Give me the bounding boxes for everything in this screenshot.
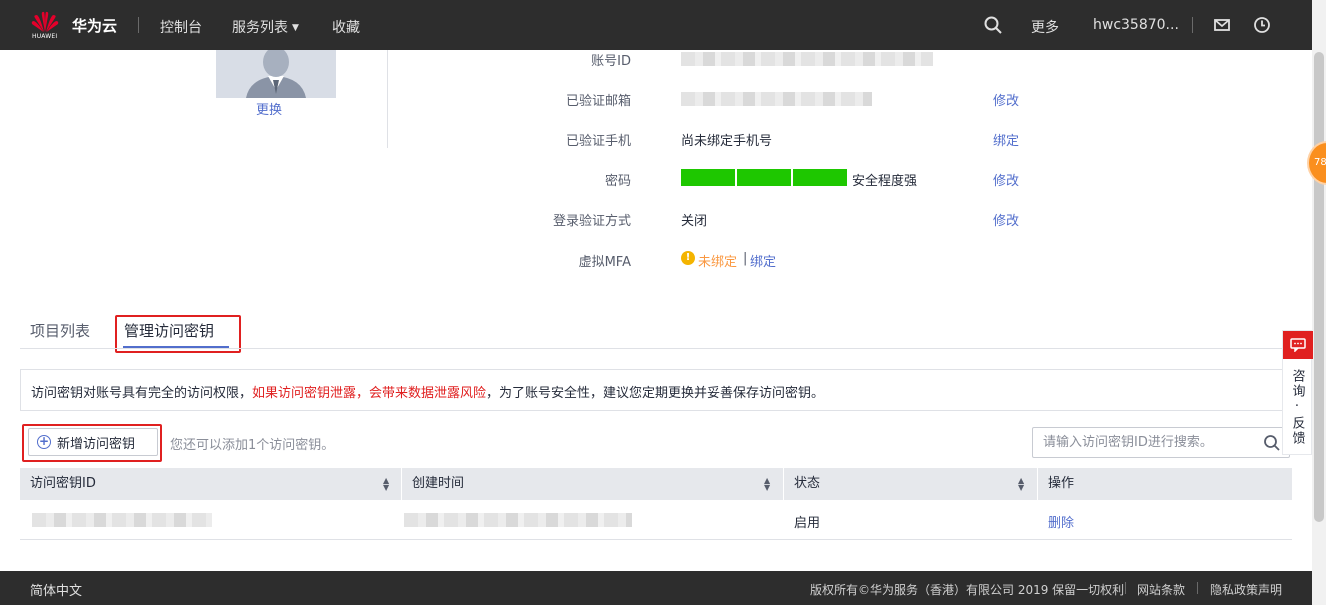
nav-more[interactable]: 更多	[1031, 17, 1059, 37]
bind-mfa-link[interactable]: 绑定	[750, 251, 776, 270]
notice-text-2: ，为了账号安全性，建议您定期更换并妥善保存访问密钥。	[486, 386, 825, 401]
row-status: 启用	[794, 516, 821, 531]
search-icon[interactable]	[983, 15, 1003, 35]
nav-favorites[interactable]: 收藏	[332, 17, 360, 37]
footer-divider	[1197, 582, 1198, 594]
clock-icon[interactable]	[1252, 15, 1272, 35]
chat-icon	[1283, 331, 1313, 359]
strength-segment	[681, 169, 735, 186]
column-header-key-id: 访问密钥ID	[30, 476, 96, 491]
nav-divider	[1192, 17, 1193, 33]
password-strength-bar	[681, 169, 847, 186]
edit-login-verify-link[interactable]: 修改	[993, 210, 1019, 229]
table-row: 启用 删除	[20, 500, 1292, 540]
tab-project-list[interactable]: 项目列表	[30, 320, 90, 341]
top-navbar: HUAWEI 华为云 控制台 服务列表 ▼ 收藏 更多 hwc35870...	[0, 0, 1312, 50]
footer-divider	[1125, 582, 1126, 594]
table-header: 访问密钥ID ▲ ▼ 创建时间 ▲ ▼ 状态 ▲ ▼ 操作	[20, 468, 1292, 500]
email-label: 已验证邮箱	[565, 94, 631, 109]
mfa-status: 未绑定	[698, 255, 738, 270]
sort-icon[interactable]: ▲ ▼	[383, 477, 389, 492]
column-header-created: 创建时间	[412, 476, 465, 491]
vertical-scrollbar[interactable]	[1312, 0, 1326, 605]
search-icon[interactable]	[1263, 434, 1281, 452]
floating-assistant-badge[interactable]: 78	[1307, 141, 1326, 185]
notice-text-1: 访问密钥对账号具有完全的访问权限，	[31, 386, 253, 401]
login-verify-value: 关闭	[681, 214, 708, 229]
mfa-separator: |	[743, 251, 748, 266]
password-strength-text: 安全程度强	[852, 174, 918, 189]
nav-console[interactable]: 控制台	[160, 17, 202, 37]
profile-divider	[387, 50, 388, 148]
email-value-redacted	[681, 92, 872, 106]
account-id-value-redacted	[681, 52, 933, 66]
brand-name[interactable]: 华为云	[72, 15, 117, 36]
column-header-actions: 操作	[1048, 476, 1075, 491]
created-time-redacted	[404, 513, 632, 527]
privacy-link[interactable]: 隐私政策声明	[1210, 581, 1282, 598]
strength-segment	[793, 169, 847, 186]
highlight-box-add-button	[22, 424, 162, 462]
column-header-status: 状态	[794, 476, 821, 491]
feedback-label: 咨询·反馈	[1289, 369, 1305, 446]
avatar	[216, 50, 336, 98]
edit-email-link[interactable]: 修改	[993, 90, 1019, 109]
access-key-notice: 访问密钥对账号具有完全的访问权限，如果访问密钥泄露，会带来数据泄露风险，为了账号…	[20, 369, 1292, 411]
notice-warning-text: 如果访问密钥泄露，会带来数据泄露风险	[252, 386, 487, 401]
scrollbar-thumb[interactable]	[1314, 52, 1324, 522]
caret-down-icon: ▼	[292, 23, 299, 33]
nav-divider	[138, 17, 139, 33]
sort-icon[interactable]: ▲ ▼	[1018, 477, 1024, 492]
mail-icon[interactable]	[1212, 15, 1232, 35]
tabs-divider	[20, 348, 1292, 349]
user-menu[interactable]: hwc35870...	[1093, 17, 1179, 33]
phone-value: 尚未绑定手机号	[681, 134, 773, 149]
password-label: 密码	[604, 174, 631, 189]
logo-text: HUAWEI	[32, 33, 58, 40]
language-selector[interactable]: 简体中文	[30, 580, 82, 599]
nav-services-label: 服务列表	[232, 20, 288, 36]
change-avatar-link[interactable]: 更换	[256, 99, 282, 118]
warning-icon: !	[681, 251, 695, 265]
account-id-label: 账号ID	[591, 54, 631, 69]
nav-services-menu[interactable]: 服务列表 ▼	[232, 17, 299, 37]
remaining-keys-hint: 您还可以添加1个访问密钥。	[170, 438, 335, 453]
access-key-id-redacted	[32, 513, 212, 527]
footer: 简体中文 版权所有©华为服务（香港）有限公司 2019 保留一切权利 网站条款 …	[0, 571, 1312, 605]
edit-password-link[interactable]: 修改	[993, 170, 1019, 189]
terms-link[interactable]: 网站条款	[1137, 581, 1185, 598]
strength-segment	[737, 169, 791, 186]
phone-label: 已验证手机	[565, 134, 631, 149]
access-key-search	[1032, 427, 1290, 458]
sort-icon[interactable]: ▲ ▼	[764, 477, 770, 492]
login-verify-label: 登录验证方式	[552, 214, 631, 229]
copyright-text: 版权所有©华为服务（香港）有限公司 2019 保留一切权利	[810, 583, 1125, 597]
delete-key-link[interactable]: 删除	[1048, 512, 1074, 531]
bind-phone-link[interactable]: 绑定	[993, 130, 1019, 149]
mfa-label: 虚拟MFA	[578, 255, 631, 270]
search-input[interactable]	[1033, 428, 1253, 457]
feedback-widget[interactable]: 咨询·反馈	[1282, 330, 1313, 455]
